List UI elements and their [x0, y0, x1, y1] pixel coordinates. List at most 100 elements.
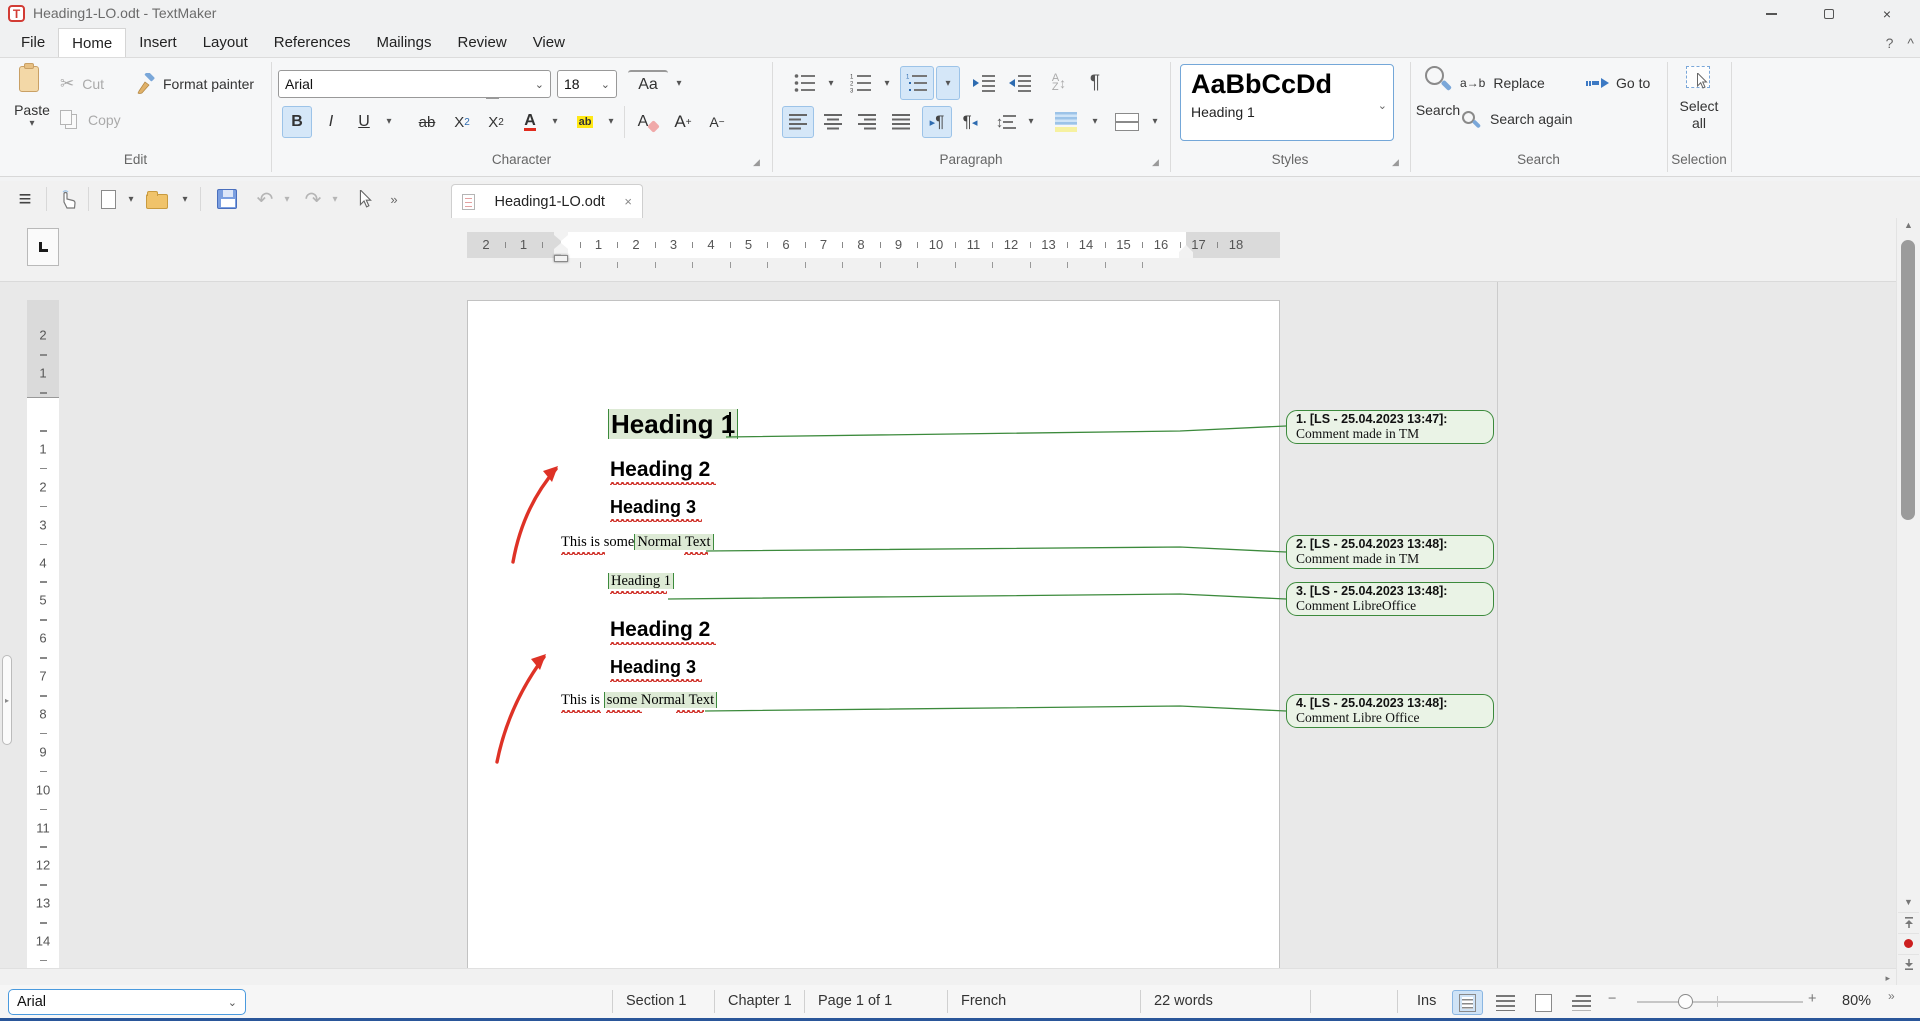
menu-insert[interactable]: Insert [126, 28, 190, 57]
style-preview-box[interactable]: AaBbCcDd Heading 1 ⌄ [1180, 64, 1394, 141]
shrink-font-button[interactable]: A− [702, 106, 732, 138]
chevron-down-icon[interactable]: ▾ [382, 116, 396, 127]
page[interactable] [467, 300, 1280, 968]
strikethrough-button[interactable]: ab [412, 106, 442, 138]
doc-heading2-block2[interactable]: Heading 2 [610, 618, 710, 642]
new-document-icon[interactable] [96, 185, 120, 213]
tab-stop-selector[interactable] [27, 228, 59, 266]
highlight-button[interactable]: ab [568, 106, 602, 138]
show-formatting-button[interactable]: ¶ [1082, 68, 1108, 98]
bold-button[interactable]: B [282, 106, 312, 138]
align-center-button[interactable] [818, 106, 848, 138]
menu-references[interactable]: References [261, 28, 364, 57]
statusbar-overflow-icon[interactable]: » [1888, 989, 1895, 1003]
view-continuous-button[interactable] [1490, 990, 1521, 1015]
change-case-button[interactable]: Aa [628, 70, 668, 98]
scroll-right-icon[interactable]: ▸ [1885, 973, 1890, 984]
close-button[interactable]: × [1864, 0, 1910, 28]
menu-mailings[interactable]: Mailings [363, 28, 444, 57]
doc-heading3-block2[interactable]: Heading 3 [610, 657, 696, 678]
zoom-slider-knob[interactable] [1678, 994, 1693, 1009]
tab-close-icon[interactable]: × [624, 194, 632, 209]
increase-indent-button[interactable] [968, 68, 1000, 98]
dialog-launcher-icon[interactable]: ◢ [1152, 157, 1159, 168]
commented-text[interactable]: some Normal Text [604, 692, 717, 708]
comment-balloon-4[interactable]: 4. [LS - 25.04.2023 13:48]: Comment Libr… [1286, 694, 1494, 728]
view-page-layout-button[interactable] [1452, 990, 1483, 1015]
align-left-button[interactable] [782, 106, 814, 138]
sidebar-handle[interactable]: ▸ [2, 655, 12, 745]
subscript-button[interactable]: X2 [448, 106, 476, 138]
menu-review[interactable]: Review [445, 28, 520, 57]
outline-list-dropdown[interactable]: ▾ [936, 66, 960, 100]
chevron-down-icon[interactable]: ▾ [672, 78, 686, 89]
horizontal-ruler[interactable]: 21123456789101112131415161718 [467, 232, 1280, 258]
help-icon[interactable]: ? [1886, 35, 1894, 51]
dialog-launcher-icon[interactable]: ◢ [1392, 157, 1399, 168]
doc-heading2-block1[interactable]: Heading 2 [610, 458, 710, 482]
ltr-paragraph-button[interactable]: ▸¶ [922, 106, 952, 138]
menu-view[interactable]: View [520, 28, 578, 57]
doc-heading3-block1[interactable]: Heading 3 [610, 497, 696, 518]
zoom-level[interactable]: 80% [1842, 993, 1871, 1009]
previous-page-button[interactable] [1898, 912, 1919, 932]
align-right-button[interactable] [852, 106, 882, 138]
line-spacing-button[interactable]: ↕ [990, 106, 1022, 138]
select-all-button[interactable]: Select all [1673, 64, 1725, 150]
menu-home[interactable]: Home [58, 28, 126, 57]
status-insert-mode[interactable]: Ins [1417, 993, 1436, 1009]
font-name-combo[interactable]: Arial ⌄ [278, 70, 551, 98]
chevron-down-icon[interactable]: ▾ [1148, 116, 1162, 127]
font-color-button[interactable]: A [516, 106, 544, 138]
comment-balloon-1[interactable]: 1. [LS - 25.04.2023 13:47]: Comment made… [1286, 410, 1494, 444]
toolbar-overflow-icon[interactable]: » [384, 185, 404, 213]
bullet-list-button[interactable] [788, 68, 822, 98]
status-page[interactable]: Page 1 of 1 [818, 993, 892, 1009]
clear-formatting-button[interactable]: A [632, 106, 664, 138]
comment-balloon-2[interactable]: 2. [LS - 25.04.2023 13:48]: Comment made… [1286, 535, 1494, 569]
underline-button[interactable]: U [350, 106, 378, 138]
vertical-ruler[interactable]: 21123456789101112131415 [27, 300, 59, 968]
commented-text[interactable]: Heading 1 [608, 573, 674, 589]
rtl-paragraph-button[interactable]: ¶▸ [956, 106, 984, 138]
font-size-combo[interactable]: 18 ⌄ [557, 70, 617, 98]
chevron-down-icon[interactable]: ⌄ [1378, 99, 1387, 112]
vertical-scrollbar[interactable]: ▲ ▼ [1896, 218, 1920, 985]
touch-mode-icon[interactable] [54, 185, 84, 213]
scroll-up-icon[interactable]: ▲ [1897, 220, 1920, 230]
dialog-launcher-icon[interactable]: ◢ [753, 157, 760, 168]
scroll-down-icon[interactable]: ▼ [1897, 897, 1920, 907]
doc-heading1-block2[interactable]: Heading 1 [608, 573, 674, 590]
minimize-button[interactable] [1748, 0, 1794, 28]
doc-normal-block2[interactable]: This is some Normal Text [561, 692, 717, 709]
chevron-down-icon[interactable]: ▾ [178, 185, 192, 213]
zoom-slider-track[interactable] [1637, 1001, 1803, 1003]
collapse-ribbon-icon[interactable]: ^ [1907, 35, 1914, 51]
status-language[interactable]: French [961, 993, 1006, 1009]
browse-object-button[interactable] [1898, 933, 1919, 953]
pointer-tool-icon[interactable] [352, 185, 378, 213]
justify-button[interactable] [886, 106, 916, 138]
horizontal-scrollbar[interactable]: ▸ [0, 968, 1896, 985]
maximize-button[interactable] [1806, 0, 1852, 28]
menu-file[interactable]: File [8, 28, 58, 57]
chevron-down-icon[interactable]: ▾ [1024, 116, 1038, 127]
view-outline-button[interactable] [1566, 990, 1597, 1015]
italic-button[interactable]: I [318, 106, 344, 138]
scrollbar-thumb[interactable] [1901, 240, 1915, 520]
search-again-button[interactable]: Search again [1460, 104, 1596, 134]
replace-button[interactable]: a→b Replace [1460, 70, 1570, 96]
chevron-down-icon[interactable]: ▾ [824, 78, 838, 89]
shading-button[interactable] [1048, 106, 1084, 138]
doc-normal-block1[interactable]: This is someNormal Text [561, 534, 714, 551]
view-fullscreen-button[interactable] [1528, 990, 1559, 1015]
search-button[interactable]: Search [1412, 64, 1464, 150]
next-page-button[interactable] [1898, 954, 1919, 974]
superscript-button[interactable]: X2 [482, 106, 510, 138]
commented-text[interactable]: Normal Text [634, 534, 713, 550]
chevron-down-icon[interactable]: ▾ [1088, 116, 1102, 127]
grow-font-button[interactable]: A+ [668, 106, 698, 138]
hamburger-menu-icon[interactable]: ≡ [10, 185, 40, 213]
status-word-count[interactable]: 22 words [1154, 993, 1213, 1009]
zoom-in-icon[interactable]: + [1808, 991, 1816, 1007]
